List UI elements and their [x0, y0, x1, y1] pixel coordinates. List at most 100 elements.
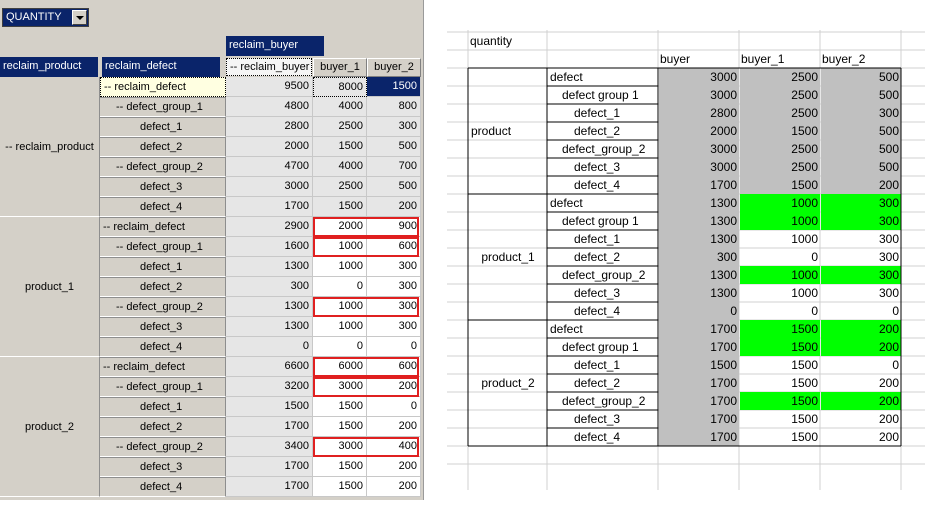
sheet-value-cell[interactable]: 200 [821, 428, 901, 446]
value-cell[interactable]: 1700 [226, 477, 313, 497]
value-cell[interactable]: 0 [313, 337, 367, 357]
column-header-buyer-2[interactable]: buyer_2 [367, 58, 421, 77]
value-cell[interactable]: 1700 [226, 417, 313, 437]
sheet-value-cell[interactable]: 1300 [659, 194, 739, 212]
sheet-value-cell[interactable]: 1500 [740, 410, 820, 428]
value-cell[interactable]: 1500 [313, 197, 367, 217]
value-cell[interactable]: 300 [367, 257, 421, 277]
value-cell[interactable]: 1500 [226, 397, 313, 417]
sheet-product-label[interactable]: product_1 [469, 194, 547, 320]
sheet-value-cell[interactable]: 0 [659, 302, 739, 320]
sheet-value-cell[interactable]: 1000 [740, 212, 820, 230]
value-cell[interactable]: 300 [367, 317, 421, 337]
sheet-row-label[interactable]: defect [548, 320, 658, 338]
sheet-row-label[interactable]: defect_group_2 [548, 140, 658, 158]
sheet-value-cell[interactable]: 200 [821, 392, 901, 410]
sheet-value-cell[interactable]: 200 [821, 374, 901, 392]
sheet-value-cell[interactable]: 2500 [740, 158, 820, 176]
sheet-value-cell[interactable]: 1700 [659, 176, 739, 194]
sheet-value-cell[interactable]: 300 [821, 248, 901, 266]
value-cell[interactable]: 0 [367, 397, 421, 417]
sheet-column-header[interactable]: buyer_2 [821, 50, 901, 68]
row-header-defect[interactable]: defect_2 [100, 277, 226, 297]
column-header-buyer-1[interactable]: buyer_1 [313, 58, 367, 77]
sheet-value-cell[interactable]: 1300 [659, 230, 739, 248]
sheet-value-cell[interactable]: 3000 [659, 68, 739, 86]
value-cell[interactable]: 300 [367, 117, 421, 137]
sheet-row-label[interactable]: defect_1 [548, 104, 658, 122]
value-cell[interactable]: 2000 [226, 137, 313, 157]
sheet-product-label[interactable]: product [469, 68, 547, 194]
value-cell[interactable]: 200 [367, 197, 421, 217]
sheet-value-cell[interactable]: 1500 [740, 356, 820, 374]
sheet-row-label[interactable]: defect group 1 [548, 86, 658, 104]
value-cell[interactable]: 1600 [226, 237, 313, 257]
row-header-defect[interactable]: defect_4 [100, 337, 226, 357]
sheet-value-cell[interactable]: 500 [821, 158, 901, 176]
row-header-defect[interactable]: defect_1 [100, 257, 226, 277]
sheet-value-cell[interactable]: 200 [821, 320, 901, 338]
value-cell[interactable]: 1500 [313, 397, 367, 417]
value-cell[interactable]: 8000 [313, 77, 367, 97]
sheet-product-label[interactable]: product_2 [469, 320, 547, 446]
sheet-column-header[interactable]: buyer_1 [740, 50, 820, 68]
sheet-value-cell[interactable]: 1700 [659, 428, 739, 446]
row-header-defect[interactable]: -- defect_group_2 [100, 157, 226, 177]
sheet-column-header[interactable]: buyer [659, 50, 739, 68]
row-header-defect[interactable]: defect_3 [100, 177, 226, 197]
value-cell[interactable]: 4000 [313, 157, 367, 177]
row-header-defect[interactable]: defect_4 [100, 477, 226, 497]
value-cell[interactable]: 800 [367, 97, 421, 117]
value-cell[interactable]: 1500 [313, 137, 367, 157]
sheet-value-cell[interactable]: 2500 [740, 140, 820, 158]
row-header-product[interactable]: -- reclaim_product [0, 77, 100, 217]
row-header-defect[interactable]: -- defect_group_1 [100, 237, 226, 257]
row-header-defect[interactable]: -- reclaim_defect [100, 77, 226, 97]
value-cell[interactable]: 300 [367, 277, 421, 297]
sheet-row-label[interactable]: defect_2 [548, 374, 658, 392]
sheet-value-cell[interactable]: 1300 [659, 266, 739, 284]
sheet-value-cell[interactable]: 1000 [740, 194, 820, 212]
sheet-value-cell[interactable]: 1700 [659, 338, 739, 356]
sheet-value-cell[interactable]: 2500 [740, 68, 820, 86]
sheet-value-cell[interactable]: 500 [821, 140, 901, 158]
sheet-value-cell[interactable]: 1500 [740, 392, 820, 410]
value-cell[interactable]: 0 [367, 337, 421, 357]
sheet-value-cell[interactable]: 500 [821, 68, 901, 86]
sheet-value-cell[interactable]: 300 [821, 284, 901, 302]
sheet-value-cell[interactable]: 300 [821, 104, 901, 122]
value-cell[interactable]: 1500 [313, 477, 367, 497]
sheet-value-cell[interactable]: 300 [821, 212, 901, 230]
value-cell[interactable]: 1700 [226, 197, 313, 217]
sheet-value-cell[interactable]: 1000 [740, 284, 820, 302]
sheet-row-label[interactable]: defect_3 [548, 410, 658, 428]
sheet-value-cell[interactable]: 1500 [740, 428, 820, 446]
sheet-value-cell[interactable]: 1000 [740, 266, 820, 284]
row-header-defect[interactable]: defect_2 [100, 417, 226, 437]
sheet-row-label[interactable]: defect_3 [548, 158, 658, 176]
sheet-value-cell[interactable]: 2500 [740, 86, 820, 104]
row-field-button-defect[interactable]: reclaim_defect [102, 57, 220, 77]
sheet-value-cell[interactable]: 300 [821, 194, 901, 212]
sheet-row-label[interactable]: defect_4 [548, 176, 658, 194]
value-cell[interactable]: 2900 [226, 217, 313, 237]
value-cell[interactable]: 500 [367, 137, 421, 157]
value-cell[interactable]: 300 [226, 277, 313, 297]
sheet-row-label[interactable]: defect_2 [548, 122, 658, 140]
value-cell[interactable]: 2500 [313, 177, 367, 197]
sheet-title-cell[interactable]: quantity [470, 32, 549, 50]
row-header-defect[interactable]: defect_2 [100, 137, 226, 157]
sheet-row-label[interactable]: defect_group_2 [548, 266, 658, 284]
value-cell[interactable]: 1300 [226, 317, 313, 337]
value-cell[interactable]: 3200 [226, 377, 313, 397]
value-cell[interactable]: 4000 [313, 97, 367, 117]
value-cell[interactable]: 200 [367, 457, 421, 477]
page-field-dropdown[interactable]: QUANTITY [2, 8, 89, 27]
value-cell[interactable]: 3000 [226, 177, 313, 197]
value-cell[interactable]: 1000 [313, 317, 367, 337]
value-cell[interactable]: 200 [367, 417, 421, 437]
value-cell[interactable]: 3400 [226, 437, 313, 457]
value-cell[interactable]: 1700 [226, 457, 313, 477]
value-cell[interactable]: 9500 [226, 77, 313, 97]
sheet-value-cell[interactable]: 1700 [659, 392, 739, 410]
